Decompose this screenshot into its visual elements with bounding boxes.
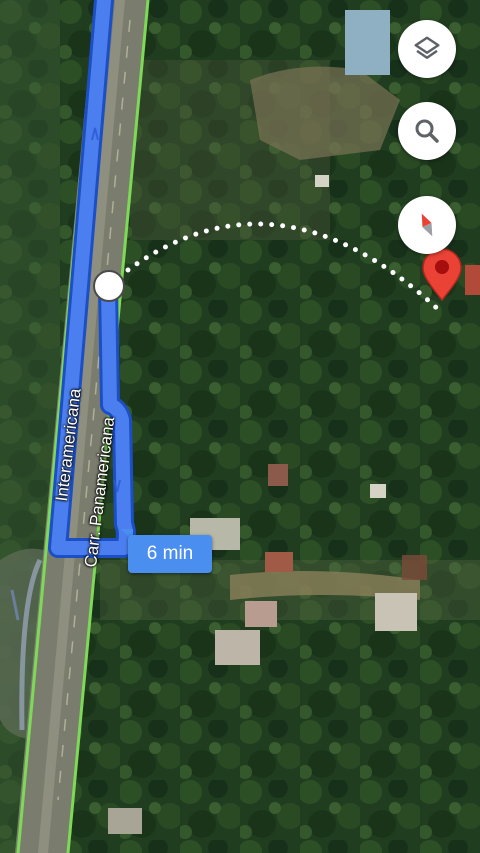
building — [108, 808, 142, 834]
search-icon — [415, 119, 439, 143]
building — [315, 175, 329, 187]
compass-button[interactable] — [398, 196, 456, 254]
building — [245, 601, 277, 627]
building — [265, 552, 293, 572]
travel-time-badge[interactable]: 6 min — [128, 535, 212, 573]
building — [268, 464, 288, 486]
building — [370, 484, 386, 498]
building — [402, 555, 427, 580]
building — [375, 593, 417, 631]
route-start-point — [93, 270, 125, 302]
building — [465, 265, 480, 295]
search-button[interactable] — [398, 102, 456, 160]
layers-button[interactable] — [398, 20, 456, 78]
building — [345, 10, 390, 75]
layers-icon — [414, 36, 440, 59]
building — [215, 630, 260, 665]
compass-icon — [421, 213, 433, 237]
